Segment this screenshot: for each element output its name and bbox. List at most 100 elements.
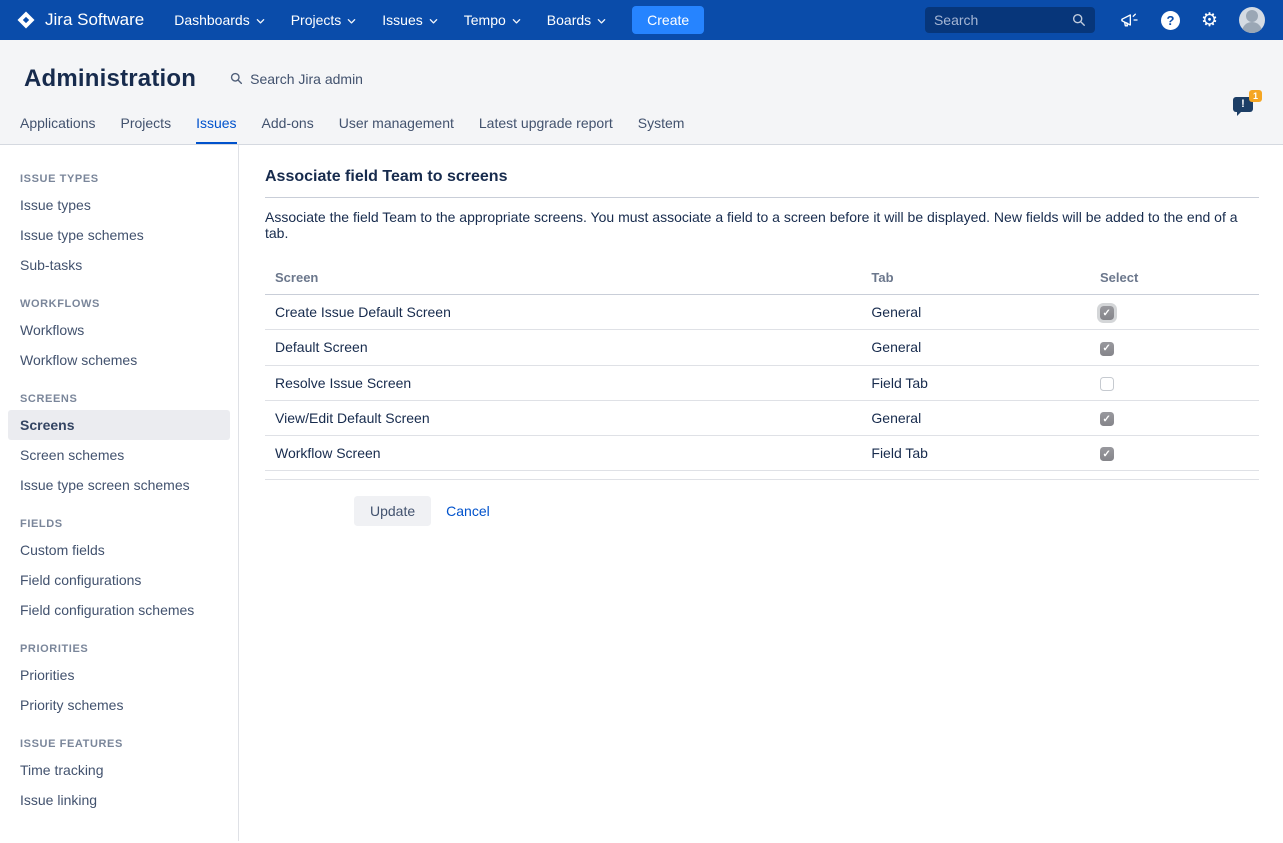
select-cell — [1090, 400, 1259, 435]
chevron-down-icon — [597, 17, 606, 26]
update-button[interactable]: Update — [354, 496, 431, 526]
sidebar-item-workflow-schemes[interactable]: Workflow schemes — [0, 345, 238, 375]
sidebar-item-issue-type-schemes[interactable]: Issue type schemes — [0, 220, 238, 250]
brand-label: Jira Software — [45, 10, 144, 30]
sidebar-section-header: SCREENS — [20, 393, 218, 405]
nav-item-tempo[interactable]: Tempo — [464, 12, 521, 28]
sidebar-item-screens[interactable]: Screens — [8, 410, 230, 440]
select-checkbox[interactable] — [1100, 342, 1114, 356]
nav-icon-group: ? ⚙ — [1119, 7, 1265, 33]
tab-add-ons[interactable]: Add-ons — [262, 105, 314, 144]
screen-name-cell: Workflow Screen — [265, 436, 861, 471]
nav-item-label: Tempo — [464, 12, 506, 28]
select-checkbox[interactable] — [1100, 412, 1114, 426]
tab-name-cell: General — [861, 330, 1090, 365]
tab-name-cell: Field Tab — [861, 436, 1090, 471]
screen-name-cell: Resolve Issue Screen — [265, 365, 861, 400]
gear-icon[interactable]: ⚙ — [1201, 11, 1218, 30]
table-bottom-rule — [265, 479, 1259, 480]
sidebar-item-priorities[interactable]: Priorities — [0, 660, 238, 690]
nav-item-boards[interactable]: Boards — [547, 12, 606, 28]
table-row: Create Issue Default ScreenGeneral — [265, 295, 1259, 330]
sidebar-item-workflows[interactable]: Workflows — [0, 315, 238, 345]
announcement-megaphone-icon[interactable] — [1119, 10, 1140, 30]
tab-projects[interactable]: Projects — [121, 105, 172, 144]
sidebar-item-issue-types[interactable]: Issue types — [0, 190, 238, 220]
tab-name-cell: Field Tab — [861, 365, 1090, 400]
sidebar-section-header: WORKFLOWS — [20, 298, 218, 310]
select-cell — [1090, 436, 1259, 471]
table-row: Default ScreenGeneral — [265, 330, 1259, 365]
admin-tab-bar: Applications Projects Issues Add-ons User ma… — [0, 105, 1283, 144]
sidebar-section-header: FIELDS — [20, 518, 218, 530]
tab-latest-upgrade-report[interactable]: Latest upgrade report — [479, 105, 613, 144]
admin-header: Administration Search Jira admin ! 1 App… — [0, 40, 1283, 145]
chevron-down-icon — [512, 17, 521, 26]
sidebar-item-time-tracking[interactable]: Time tracking — [0, 755, 238, 785]
sidebar-section-header: PRIORITIES — [20, 643, 218, 655]
chevron-down-icon — [429, 17, 438, 26]
sidebar-item-sub-tasks[interactable]: Sub-tasks — [0, 250, 238, 280]
sidebar-item-priority-schemes[interactable]: Priority schemes — [0, 690, 238, 720]
sidebar-item-custom-fields[interactable]: Custom fields — [0, 535, 238, 565]
tab-name-cell: General — [861, 400, 1090, 435]
nav-menu: Dashboards Projects Issues Tempo Boards — [174, 12, 632, 28]
screens-table-head: ScreenTabSelect — [265, 264, 1259, 295]
search-icon — [230, 72, 243, 85]
sidebar-item-field-configurations[interactable]: Field configurations — [0, 565, 238, 595]
form-actions: Update Cancel — [265, 496, 1259, 526]
sidebar-item-field-configuration-schemes[interactable]: Field configuration schemes — [0, 595, 238, 625]
screen-name-cell: View/Edit Default Screen — [265, 400, 861, 435]
nav-search-input[interactable]: Search — [925, 7, 1095, 33]
create-button[interactable]: Create — [632, 6, 704, 34]
jira-logo[interactable]: Jira Software — [16, 10, 144, 30]
section-title: Associate field Team to screens — [265, 168, 1259, 198]
top-navigation-bar: Jira Software Dashboards Projects Issues Te… — [0, 0, 1283, 40]
column-header-tab: Tab — [861, 264, 1090, 295]
notification-icon[interactable]: ! 1 — [1233, 97, 1257, 117]
admin-sidebar: ISSUE TYPES Issue typesIssue type schemes… — [0, 145, 239, 841]
nav-item-projects[interactable]: Projects — [291, 12, 357, 28]
main-content: Associate field Team to screens Associat… — [239, 145, 1283, 841]
select-cell — [1090, 365, 1259, 400]
cancel-link[interactable]: Cancel — [446, 503, 490, 519]
table-header-row: ScreenTabSelect — [265, 264, 1259, 295]
user-avatar[interactable] — [1239, 7, 1265, 33]
admin-search-label: Search Jira admin — [250, 71, 363, 87]
nav-item-dashboards[interactable]: Dashboards — [174, 12, 265, 28]
column-header-select: Select — [1090, 264, 1259, 295]
sidebar-item-issue-linking[interactable]: Issue linking — [0, 785, 238, 815]
tab-applications[interactable]: Applications — [20, 105, 96, 144]
select-checkbox[interactable] — [1100, 377, 1114, 391]
sidebar-section-header: ISSUE FEATURES — [20, 738, 218, 750]
nav-item-label: Projects — [291, 12, 342, 28]
sidebar-item-issue-type-screen-schemes[interactable]: Issue type screen schemes — [0, 470, 238, 500]
table-row: Workflow ScreenField Tab — [265, 436, 1259, 471]
table-row: Resolve Issue ScreenField Tab — [265, 365, 1259, 400]
tab-name-cell: General — [861, 295, 1090, 330]
admin-search[interactable]: Search Jira admin — [230, 71, 363, 87]
screen-name-cell: Default Screen — [265, 330, 861, 365]
screens-table-body: Create Issue Default ScreenGeneralDefaul… — [265, 295, 1259, 471]
select-cell — [1090, 330, 1259, 365]
select-checkbox[interactable] — [1100, 447, 1114, 461]
screen-name-cell: Create Issue Default Screen — [265, 295, 861, 330]
chevron-down-icon — [256, 17, 265, 26]
section-description: Associate the field Team to the appropri… — [265, 209, 1259, 241]
sidebar-item-screen-schemes[interactable]: Screen schemes — [0, 440, 238, 470]
jira-diamond-icon — [16, 10, 36, 30]
help-icon[interactable]: ? — [1161, 11, 1180, 30]
tab-issues[interactable]: Issues — [196, 105, 236, 144]
screens-table: ScreenTabSelect Create Issue Default Scr… — [265, 264, 1259, 471]
column-header-screen: Screen — [265, 264, 861, 295]
admin-header-top: Administration Search Jira admin — [0, 40, 1283, 105]
select-checkbox[interactable] — [1100, 306, 1114, 320]
nav-item-issues[interactable]: Issues — [382, 12, 437, 28]
sidebar-section-header: ISSUE TYPES — [20, 173, 218, 185]
table-row: View/Edit Default ScreenGeneral — [265, 400, 1259, 435]
tab-system[interactable]: System — [638, 105, 685, 144]
nav-item-label: Issues — [382, 12, 422, 28]
select-cell — [1090, 295, 1259, 330]
nav-search-placeholder: Search — [934, 12, 978, 28]
tab-user-management[interactable]: User management — [339, 105, 454, 144]
